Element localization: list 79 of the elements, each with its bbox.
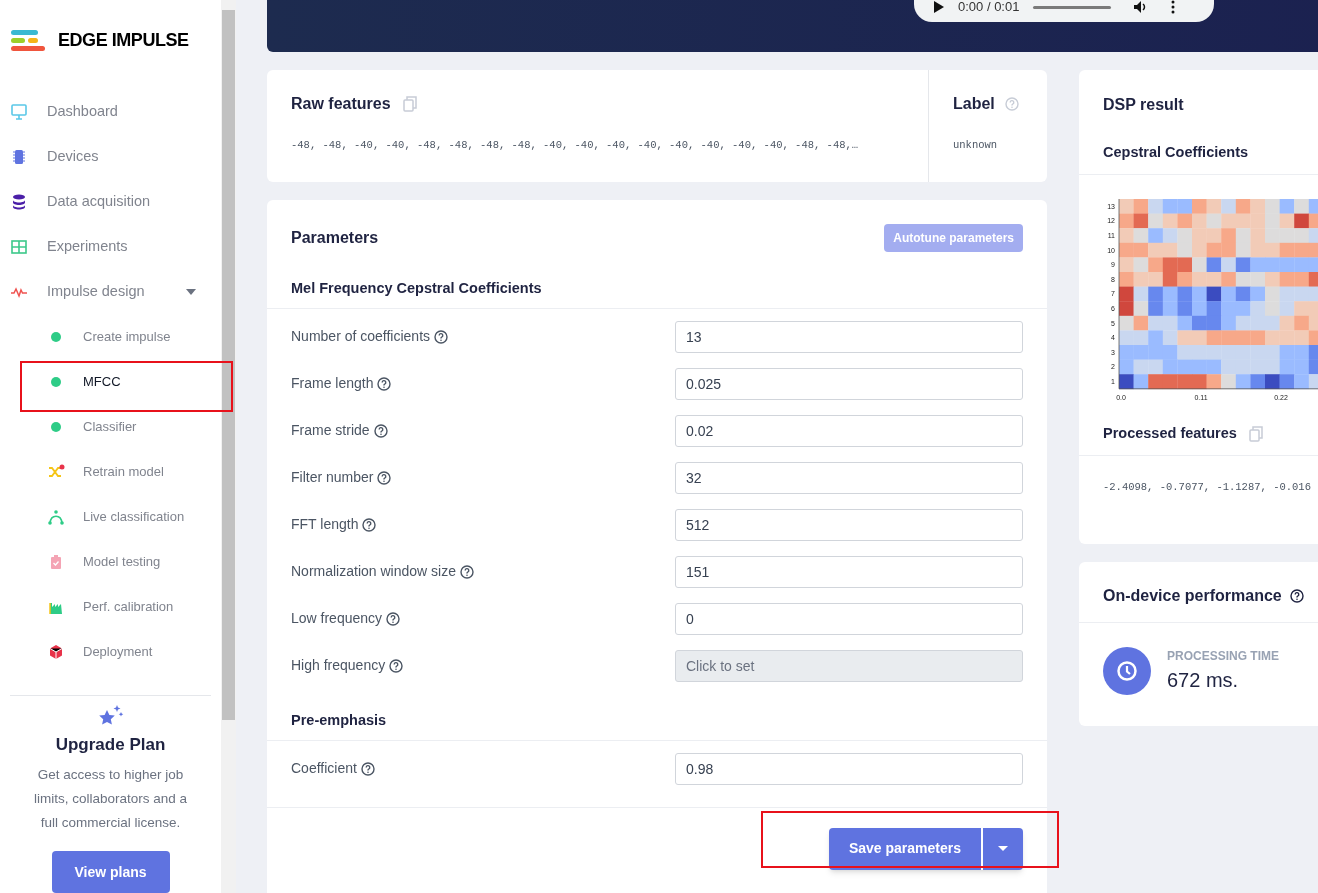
audio-player[interactable]: 0:00 / 0:01 xyxy=(914,0,1214,22)
help-icon xyxy=(1289,589,1304,603)
sidebar-item[interactable]: Create impulse xyxy=(0,314,221,360)
help-icon xyxy=(373,423,388,438)
sidebar-item[interactable]: Deployment xyxy=(0,629,221,675)
input-field[interactable]: 0.02 xyxy=(675,414,1023,447)
help-icon xyxy=(362,517,377,532)
more-icon xyxy=(1171,0,1176,14)
help-icon xyxy=(389,658,404,673)
cube-icon xyxy=(47,643,65,661)
field-label: Coefficient xyxy=(291,759,357,778)
chip-icon xyxy=(10,148,28,166)
sidebar-item[interactable]: Dashboard xyxy=(0,89,221,135)
section-title: Mel Frequency Cepstral Coefficients xyxy=(291,279,543,298)
caret-icon xyxy=(998,846,1008,851)
metric-value: 672 ms. xyxy=(1167,668,1240,693)
help-icon xyxy=(377,470,392,485)
input-field[interactable]: 0.98 xyxy=(675,752,1023,785)
sidebar-item[interactable]: Model testing xyxy=(0,539,221,585)
field-label: Low frequency xyxy=(291,609,383,629)
progress-track[interactable] xyxy=(1033,5,1112,9)
metric-label: PROCESSING TIME xyxy=(1167,648,1279,665)
upgrade-title: Upgrade Plan xyxy=(55,733,166,756)
input-field[interactable]: 0.025 xyxy=(675,367,1023,400)
autotune-button[interactable]: Autotune parameters xyxy=(884,224,1023,252)
database-icon xyxy=(10,193,28,211)
help-icon xyxy=(459,564,474,579)
clock-icon xyxy=(1103,647,1151,695)
monitor-icon xyxy=(10,103,28,121)
card-title: DSP result xyxy=(1103,95,1185,115)
card-title: On-device performance xyxy=(1103,586,1282,606)
copy-icon xyxy=(1248,425,1263,442)
brand-name: EDGE IMPULSE xyxy=(58,29,189,53)
grid-icon xyxy=(10,238,28,256)
input-field[interactable]: 0 xyxy=(675,602,1023,635)
help-icon xyxy=(434,329,449,344)
logo-icon xyxy=(10,28,46,53)
field-label: High frequency xyxy=(291,656,386,676)
field-label: Frame length xyxy=(291,374,374,394)
field-label: Frame stride xyxy=(291,421,370,441)
section-title: Processed features xyxy=(1103,423,1237,443)
sidebar-item[interactable]: Perf. calibration xyxy=(0,584,221,630)
sidebar-item[interactable]: Live classification xyxy=(0,494,221,540)
input-field[interactable]: 32 xyxy=(675,461,1023,494)
play-icon xyxy=(934,1,944,13)
dropdown-button[interactable] xyxy=(983,827,1023,870)
save-parameters-button[interactable]: Save parameters xyxy=(828,827,981,870)
input-field[interactable]: 13 xyxy=(675,320,1023,353)
time-text: 0:00 / 0:01 xyxy=(958,0,1020,17)
sidebar-item[interactable]: MFCC xyxy=(0,359,221,405)
section-title: Pre-emphasis xyxy=(291,710,388,730)
card-title: Raw features xyxy=(291,94,391,114)
upgrade-text: Get access to higher job limits, collaborators and a full commercial license. xyxy=(32,766,189,832)
view-plans-button[interactable]: View plans xyxy=(51,851,170,893)
sidebar-item[interactable]: Impulse design xyxy=(0,269,221,315)
help-icon xyxy=(386,611,401,626)
label-value: unknown xyxy=(953,138,999,153)
help-icon xyxy=(360,761,375,776)
raw-features-values: -48, -48, -40, -40, -48, -48, -48, -48, -40, -40, -40, -40, -40, -40, -40, -40, -48, -48,… xyxy=(291,138,860,153)
help-icon xyxy=(377,376,392,391)
input-field[interactable]: 151 xyxy=(675,555,1023,588)
processed-features-values: -2.4098, -0.7077, -1.1287, -0.016 xyxy=(1102,479,1312,495)
field-label: Filter number xyxy=(291,468,374,488)
sidebar-item[interactable]: Devices xyxy=(0,134,221,180)
copy-icon xyxy=(402,96,417,112)
input-field[interactable]: 512 xyxy=(675,508,1023,541)
sidebar-item[interactable]: Data acquisition xyxy=(0,179,221,225)
field-label: FFT length xyxy=(291,515,359,535)
scrollbar-thumb[interactable] xyxy=(222,10,235,720)
section-title: Cepstral Coefficients xyxy=(1103,143,1250,162)
field-label: Normalization window size xyxy=(291,562,456,582)
help-icon xyxy=(1004,97,1019,111)
card-title: Parameters xyxy=(291,228,379,248)
card-title: Label xyxy=(953,94,995,114)
sidebar-item[interactable]: Experiments xyxy=(0,224,221,270)
sidebar-item[interactable]: Retrain model xyxy=(0,449,221,495)
sidebar-item[interactable]: Classifier xyxy=(0,404,221,450)
curve-icon xyxy=(47,508,65,526)
field-label: Number of coefficients xyxy=(291,327,431,347)
